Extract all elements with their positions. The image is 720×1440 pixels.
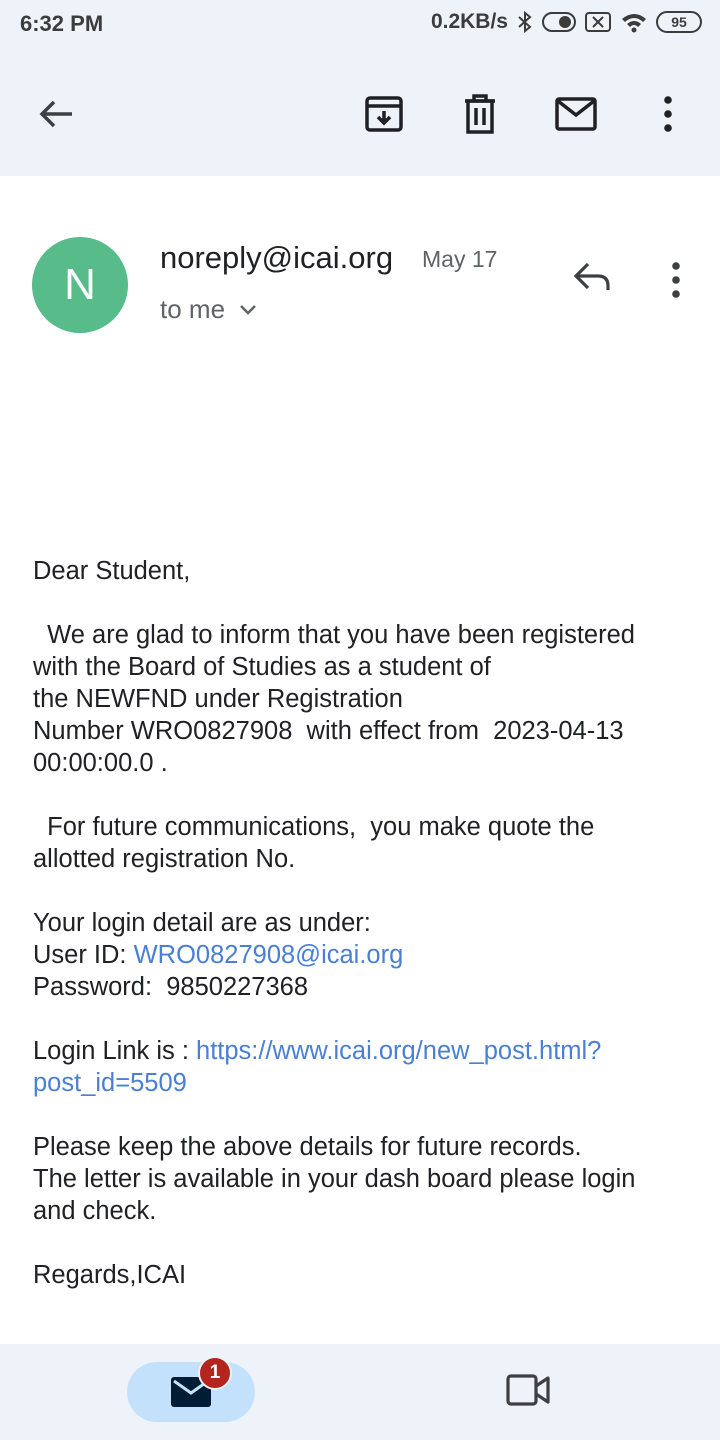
app-bar	[0, 50, 720, 176]
body-line: Please keep the above details for future…	[33, 1133, 582, 1161]
recipient-toggle[interactable]: to me	[160, 294, 257, 325]
network-speed: 0.2KB/s	[430, 10, 508, 33]
greeting: Dear Student,	[33, 557, 191, 585]
toggle-icon	[542, 12, 576, 32]
battery-level: 95	[671, 14, 687, 30]
email-body: Dear Student, We are glad to inform that…	[33, 555, 693, 1291]
sender-address[interactable]: noreply@icai.org	[160, 240, 393, 276]
bluetooth-icon	[518, 10, 532, 34]
email-header: N noreply@icai.org May 17 to me	[0, 176, 720, 376]
message-more-icon[interactable]	[652, 256, 700, 304]
body-line: For future communications, you make quot…	[47, 813, 595, 841]
mark-unread-icon[interactable]	[550, 88, 602, 140]
login-link-continued[interactable]: post_id=5509	[33, 1069, 187, 1097]
chevron-down-icon	[240, 304, 256, 315]
user-id-link[interactable]: WRO0827908@icai.org	[134, 941, 404, 969]
battery-icon: 95	[656, 11, 702, 33]
nav-meet-button[interactable]	[504, 1370, 552, 1414]
body-line: with the Board of Studies as a student o…	[33, 653, 491, 681]
recipient-label: to me	[160, 294, 226, 324]
status-icons: 0.2KB/s 95	[431, 10, 702, 34]
body-line: and check.	[33, 1197, 157, 1225]
login-link[interactable]: https://www.icai.org/new_post.html?	[196, 1037, 601, 1065]
email-date: May 17	[422, 246, 498, 272]
delete-icon[interactable]	[454, 88, 506, 140]
body-line: The letter is available in your dash boa…	[33, 1165, 636, 1193]
reply-icon[interactable]	[568, 256, 616, 304]
login-link-line: Login Link is : https://www.icai.org/new…	[33, 1037, 602, 1065]
wifi-icon	[622, 14, 646, 33]
login-link-line-2: post_id=5509	[33, 1067, 693, 1099]
password-value: 9850227368	[166, 973, 309, 1001]
login-intro: Your login detail are as under:	[33, 909, 371, 937]
password-line: Password: 9850227368	[33, 973, 309, 1001]
bottom-nav: 1	[0, 1344, 720, 1440]
avatar-letter: N	[64, 260, 96, 309]
mail-badge: 1	[198, 1356, 232, 1390]
status-bar: 6:32 PM 0.2KB/s 95	[0, 0, 720, 50]
avatar[interactable]: N	[32, 237, 128, 333]
body-line: We are glad to inform that you have been…	[47, 621, 635, 649]
video-camera-icon	[506, 1374, 550, 1406]
back-arrow-icon[interactable]	[30, 88, 82, 140]
more-vert-icon[interactable]	[642, 88, 694, 140]
body-line: the NEWFND under Registration	[33, 685, 403, 713]
user-id-line: User ID: WRO0827908@icai.org	[33, 941, 404, 969]
body-line: 00:00:00.0 .	[33, 749, 168, 777]
nav-mail-button[interactable]	[127, 1362, 255, 1422]
body-line: allotted registration No.	[33, 845, 296, 873]
sim-off-icon	[585, 12, 611, 32]
body-line: Number WRO0827908 with effect from 2023-…	[33, 717, 624, 745]
status-time: 6:32 PM	[20, 11, 104, 36]
archive-icon[interactable]	[358, 88, 410, 140]
signature: Regards,ICAI	[33, 1261, 187, 1289]
